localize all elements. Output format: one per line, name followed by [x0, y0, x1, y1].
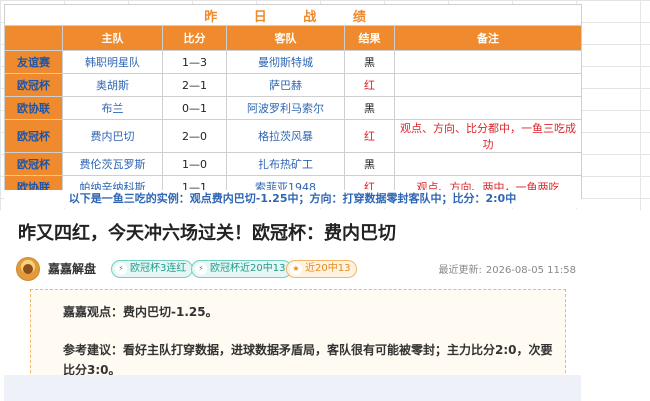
remark-cell	[393, 152, 583, 176]
header-away: 客队	[226, 25, 345, 51]
update-time: 2026-08-05 11:58	[485, 265, 576, 276]
home-team-cell[interactable]: 奥胡斯	[62, 73, 163, 97]
result-cell: 红	[344, 73, 395, 97]
remark-cell	[393, 73, 583, 97]
table-row: 欧冠杯 奥胡斯 2—1 萨巴赫红	[4, 73, 583, 97]
header-remark: 备注	[393, 25, 583, 51]
article-headline[interactable]: 昨又四红，今天冲六场过关！欧冠杯：费内巴切	[18, 219, 396, 245]
footer-bar	[4, 375, 581, 401]
author-row: 嘉嘉解盘 ⚡ 欧冠杯3连红 ⚡ 欧冠杯近20中13 ★ 近20中13 最近更新:…	[16, 257, 576, 283]
suggestion-paragraph: 参考建议：看好主队打穿数据，进球数据矛盾局，客队很有可能被零封；主力比分2:0，…	[63, 343, 553, 377]
away-team-cell[interactable]: 曼彻斯特城	[226, 50, 345, 74]
yesterday-results-table: 昨 日 战 绩 主队 比分 客队 结果 备注 友谊赛 韩职明星队 1—3 曼彻斯特城黑…	[3, 4, 583, 199]
header-score: 比分	[162, 25, 227, 51]
avatar[interactable]	[16, 257, 40, 281]
away-team-cell[interactable]: 扎布热矿工	[226, 152, 345, 176]
hit-rate-badge: ⚡ 欧冠杯近20中13	[191, 260, 293, 278]
score-cell: 1—3	[162, 50, 227, 74]
result-cell: 黑	[344, 152, 395, 176]
article-card: 昨又四红，今天冲六场过关！欧冠杯：费内巴切 嘉嘉解盘 ⚡ 欧冠杯3连红 ⚡ 欧冠…	[4, 209, 581, 401]
home-team-cell[interactable]: 韩职明星队	[62, 50, 163, 74]
result-cell: 红	[344, 119, 395, 153]
competition-cell[interactable]: 友谊赛	[4, 50, 63, 74]
example-note: 以下是一鱼三吃的实例：观点费内巴切-1.25中；方向：打穿数据零封客队中；比分：…	[4, 190, 581, 208]
result-cell: 黑	[344, 50, 395, 74]
competition-cell[interactable]: 欧协联	[4, 96, 63, 120]
lightning-icon: ⚡	[195, 263, 207, 275]
viewpoint-paragraph: 嘉嘉观点：费内巴切-1.25。	[63, 305, 218, 319]
analysis-content-box: 嘉嘉观点：费内巴切-1.25。 参考建议：看好主队打穿数据，进球数据矛盾局，客队…	[30, 289, 566, 378]
competition-cell[interactable]: 欧冠杯	[4, 73, 63, 97]
away-team-cell[interactable]: 萨巴赫	[226, 73, 345, 97]
table-header-row: 主队 比分 客队 结果 备注	[4, 25, 583, 51]
competition-cell[interactable]: 欧冠杯	[4, 119, 63, 153]
streak-badge: ⚡ 欧冠杯3连红	[111, 260, 194, 278]
result-cell: 黑	[344, 96, 395, 120]
remark-cell: 观点、方向、比分都中，一鱼三吃成功	[393, 119, 583, 153]
away-team-cell[interactable]: 阿波罗利马索尔	[226, 96, 345, 120]
author-name[interactable]: 嘉嘉解盘	[48, 260, 96, 277]
competition-cell[interactable]: 欧冠杯	[4, 152, 63, 176]
lightning-icon: ⚡	[115, 263, 127, 275]
star-icon: ★	[290, 263, 302, 275]
table-row: 欧协联 布兰 0—1 阿波罗利马索尔黑	[4, 96, 583, 120]
score-cell: 2—0	[162, 119, 227, 153]
home-team-cell[interactable]: 费伦茨瓦罗斯	[62, 152, 163, 176]
score-cell: 0—1	[162, 96, 227, 120]
header-home: 主队	[62, 25, 163, 51]
update-label: 最近更新:	[438, 265, 482, 276]
table-row: 欧冠杯 费伦茨瓦罗斯 1—0 扎布热矿工黑	[4, 152, 583, 176]
home-team-cell[interactable]: 布兰	[62, 96, 163, 120]
remark-cell	[393, 50, 583, 74]
table-title: 昨 日 战 绩	[3, 4, 583, 26]
table-row: 友谊赛 韩职明星队 1—3 曼彻斯特城黑	[4, 50, 583, 74]
header-result: 结果	[344, 25, 395, 51]
header-competition	[4, 25, 63, 51]
table-row: 欧冠杯 费内巴切 2—0 格拉茨风暴红观点、方向、比分都中，一鱼三吃成功	[4, 119, 583, 153]
remark-cell	[393, 96, 583, 120]
score-cell: 1—0	[162, 152, 227, 176]
overall-hit-badge-label: 近20中13	[305, 263, 351, 274]
update-info: 最近更新: 2026-08-05 11:58	[439, 261, 577, 276]
away-team-cell[interactable]: 格拉茨风暴	[226, 119, 345, 153]
score-cell: 2—1	[162, 73, 227, 97]
overall-hit-badge: ★ 近20中13	[286, 260, 358, 278]
hit-rate-badge-label: 欧冠杯近20中13	[210, 263, 286, 274]
home-team-cell[interactable]: 费内巴切	[62, 119, 163, 153]
streak-badge-label: 欧冠杯3连红	[130, 263, 187, 274]
